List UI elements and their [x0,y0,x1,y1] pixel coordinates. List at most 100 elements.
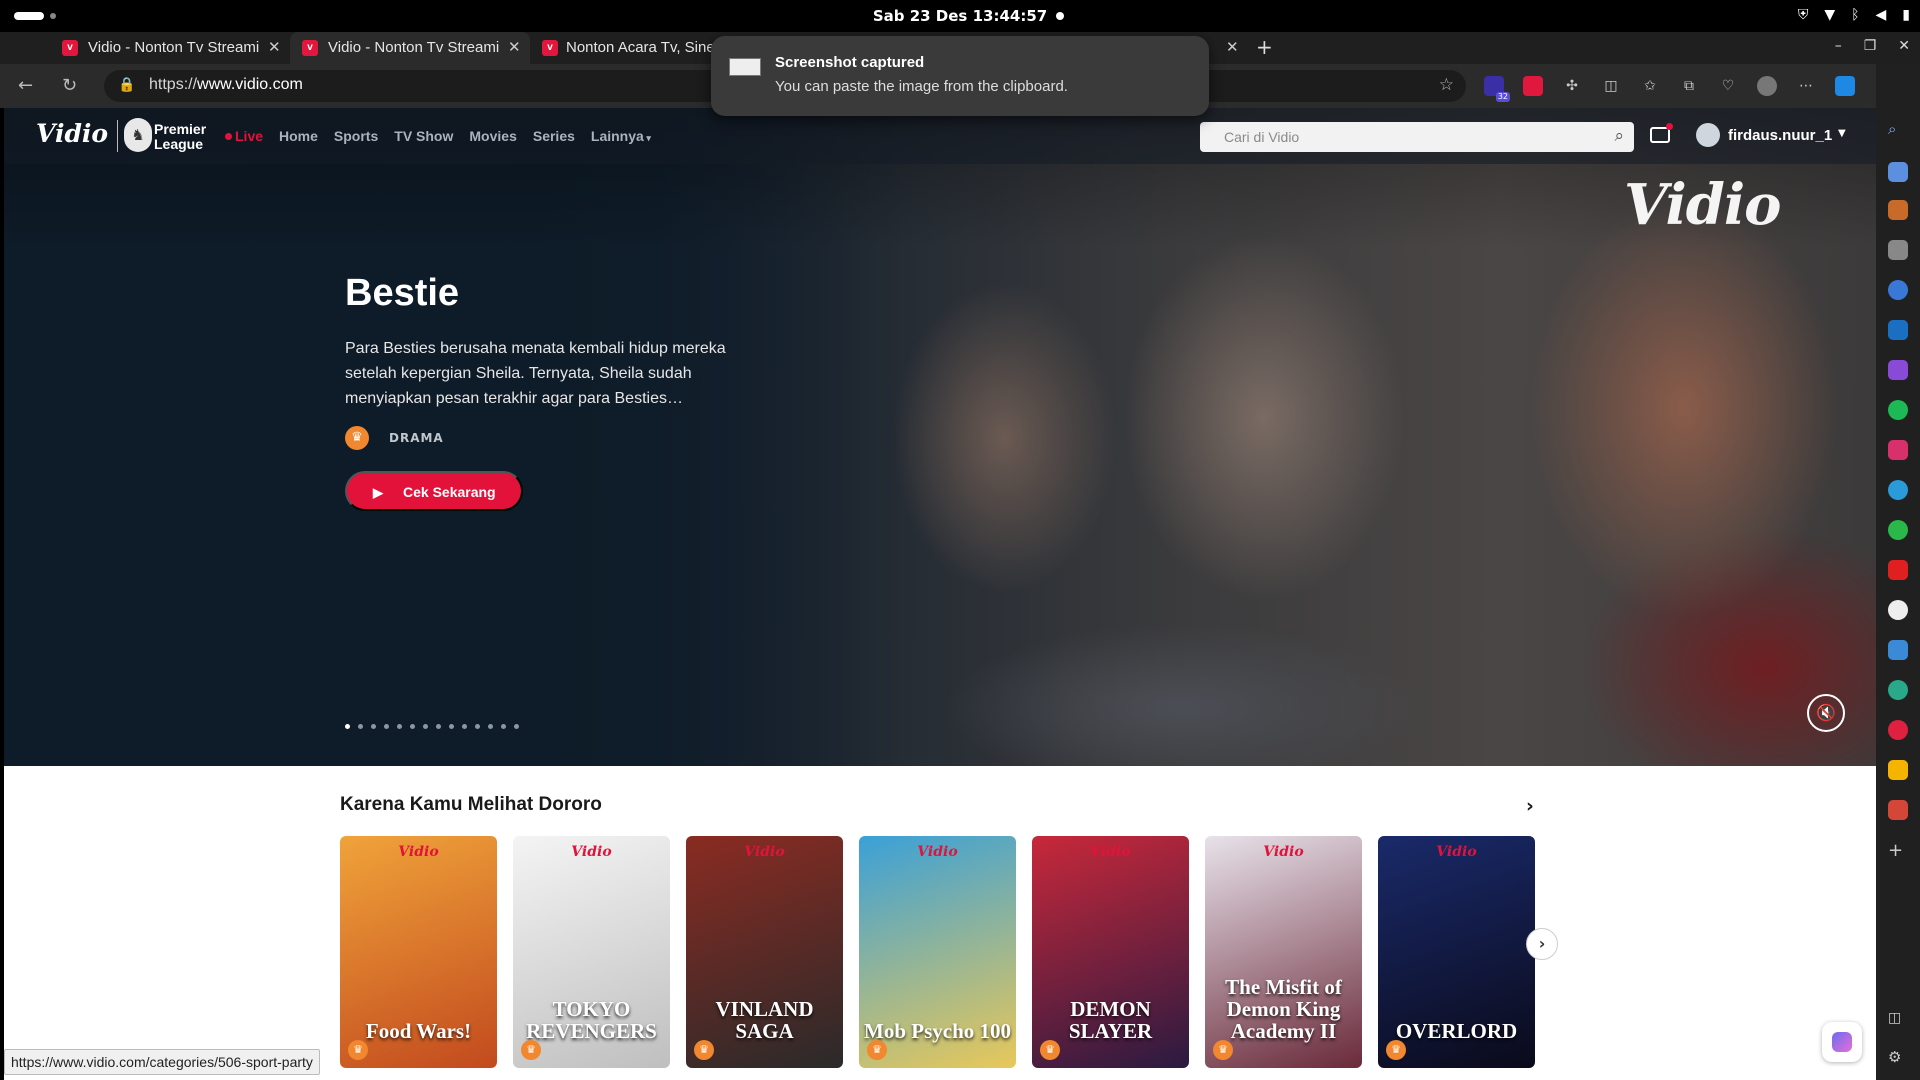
carousel-dot[interactable] [449,724,454,729]
carousel-dot[interactable] [410,724,415,729]
copilot-icon[interactable] [1835,76,1855,96]
spotify-icon[interactable] [1888,400,1908,420]
carousel-dot[interactable] [345,724,350,729]
inbox-icon[interactable] [1650,123,1673,143]
toolbox-icon[interactable] [1888,200,1908,220]
watch-now-button[interactable]: ▶ Cek Sekarang [345,471,523,511]
telegram-icon[interactable] [1888,480,1908,500]
carousel-dot[interactable] [371,724,376,729]
nav-home[interactable]: Home [279,128,318,144]
search-input[interactable] [1200,122,1590,152]
github-icon[interactable] [1888,600,1908,620]
screenshot-notification[interactable]: Screenshot captured You can paste the im… [711,36,1209,116]
carousel-dot[interactable] [423,724,428,729]
tab-title: Vidio - Nonton Tv Streami [88,39,260,56]
nav-tv-show[interactable]: TV Show [394,128,453,144]
profile-avatar-icon[interactable] [1757,76,1777,96]
puzzle-icon[interactable]: ✣ [1562,76,1582,96]
carousel-dot[interactable] [358,724,363,729]
carousel-dot[interactable] [462,724,467,729]
carousel-dot[interactable] [488,724,493,729]
url-text[interactable]: https://www.vidio.com [149,76,303,94]
carousel-dot[interactable] [475,724,480,729]
poster-card[interactable]: Vidio Mob Psycho 100 ♛ [859,836,1016,1068]
performance-icon[interactable]: ♡ [1718,76,1738,96]
bluetooth-icon[interactable]: ᛒ [1851,7,1859,23]
premier-league-logo[interactable]: Premier League [154,122,206,152]
search-icon[interactable]: ⌕ [1614,126,1624,146]
close-tab-icon[interactable]: ✕ [268,38,281,56]
extension-icon[interactable] [1523,76,1543,96]
nav-more[interactable]: Lainnya ▾ [591,128,651,144]
designer-icon[interactable] [1888,360,1908,380]
split-screen-icon[interactable]: ◫ [1601,76,1621,96]
calendar-icon[interactable] [1888,640,1908,660]
tag-icon[interactable] [1888,162,1908,182]
gmail-icon[interactable] [1888,800,1908,820]
poster-card[interactable]: Vidio DEMON SLAYER ♛ [1032,836,1189,1068]
favorite-star-icon[interactable]: ☆ [1439,75,1454,95]
mute-icon[interactable]: 🔇 [1807,694,1845,732]
whatsapp-icon[interactable] [1888,520,1908,540]
wifi-icon[interactable]: ▼ [1824,7,1835,23]
system-clock[interactable]: Sab 23 Des 13:44:57 [0,7,1920,25]
minimize-icon[interactable]: – [1835,38,1842,54]
settings-gear-icon[interactable]: ⚙ [1888,1048,1908,1068]
nav-sports[interactable]: Sports [334,128,378,144]
carousel-dot[interactable] [397,724,402,729]
section-chevron-right-icon[interactable]: › [1526,795,1534,817]
user-menu-caret-icon[interactable]: ▼ [1838,128,1846,139]
carousel-dot[interactable] [384,724,389,729]
back-arrow-icon[interactable]: ← [18,75,33,96]
games-icon[interactable] [1888,240,1908,260]
new-tab-button[interactable]: + [1256,35,1273,59]
collections-icon[interactable]: ⧉ [1679,76,1699,96]
sidebar-toggle-icon[interactable]: ◫ [1888,1010,1908,1030]
close-window-icon[interactable]: ✕ [1898,38,1910,54]
web-page: Vidio Bestie Para Besties berusaha menat… [4,108,1876,1080]
carousel-dot[interactable] [436,724,441,729]
youtube-icon[interactable] [1888,560,1908,580]
battery-icon[interactable]: ▮ [1902,7,1910,23]
nav-live[interactable]: Live [225,128,263,144]
chatgpt-icon[interactable] [1888,680,1908,700]
add-app-icon[interactable]: + [1888,840,1908,861]
username[interactable]: firdaus.nuur_1 [1728,127,1832,144]
youtube-music-icon[interactable] [1888,720,1908,740]
reload-icon[interactable]: ↻ [62,75,77,96]
favorites-icon[interactable]: ✩ [1640,76,1660,96]
user-avatar[interactable] [1696,123,1720,147]
hero-banner[interactable]: Vidio Bestie Para Besties berusaha menat… [4,108,1876,766]
close-tab-icon[interactable]: ✕ [1226,38,1239,56]
poster-card[interactable]: Vidio OVERLORD ♛ [1378,836,1535,1068]
google-drive-icon[interactable] [1888,760,1908,780]
volume-icon[interactable]: ◀ [1876,7,1887,23]
premier-league-lion-icon[interactable]: ♞ [124,118,152,152]
browser-tab-2[interactable]: v Vidio - Nonton Tv Streami ✕ [290,32,530,64]
copilot-app-icon[interactable] [1888,280,1908,300]
instagram-icon[interactable] [1888,440,1908,460]
nav-movies[interactable]: Movies [469,128,516,144]
close-tab-icon[interactable]: ✕ [508,38,521,56]
poster-card[interactable]: Vidio Food Wars! ♛ [340,836,497,1068]
system-tray[interactable]: ⛨ ▼ ᛒ ◀ ▮ [1798,7,1910,23]
extension-icon[interactable]: 32 [1484,76,1510,102]
carousel-next-icon[interactable]: › [1526,928,1558,960]
more-options-icon[interactable]: ⋯ [1796,76,1816,96]
poster-card[interactable]: Vidio The Misfit of Demon King Academy II… [1205,836,1362,1068]
carousel-dot[interactable] [501,724,506,729]
vidio-favicon-icon: v [62,40,78,56]
poster-card[interactable]: Vidio TOKYO REVENGERS ♛ [513,836,670,1068]
maximize-icon[interactable]: ❐ [1864,38,1877,54]
poster-card[interactable]: Vidio VINLAND SAGA ♛ [686,836,843,1068]
search-icon[interactable]: ⌕ [1888,120,1908,140]
shield-icon[interactable]: ⛨ [1798,7,1809,23]
carousel-dot[interactable] [514,724,519,729]
vidio-logo[interactable]: Vidio [36,119,108,148]
outlook-icon[interactable] [1888,320,1908,340]
hero-description: Para Besties berusaha menata kembali hid… [345,340,726,407]
browser-tab-1[interactable]: v Vidio - Nonton Tv Streami ✕ [0,32,290,64]
lock-icon[interactable]: 🔒 [118,77,135,93]
copilot-float-button[interactable] [1822,1022,1862,1062]
nav-series[interactable]: Series [533,128,575,144]
